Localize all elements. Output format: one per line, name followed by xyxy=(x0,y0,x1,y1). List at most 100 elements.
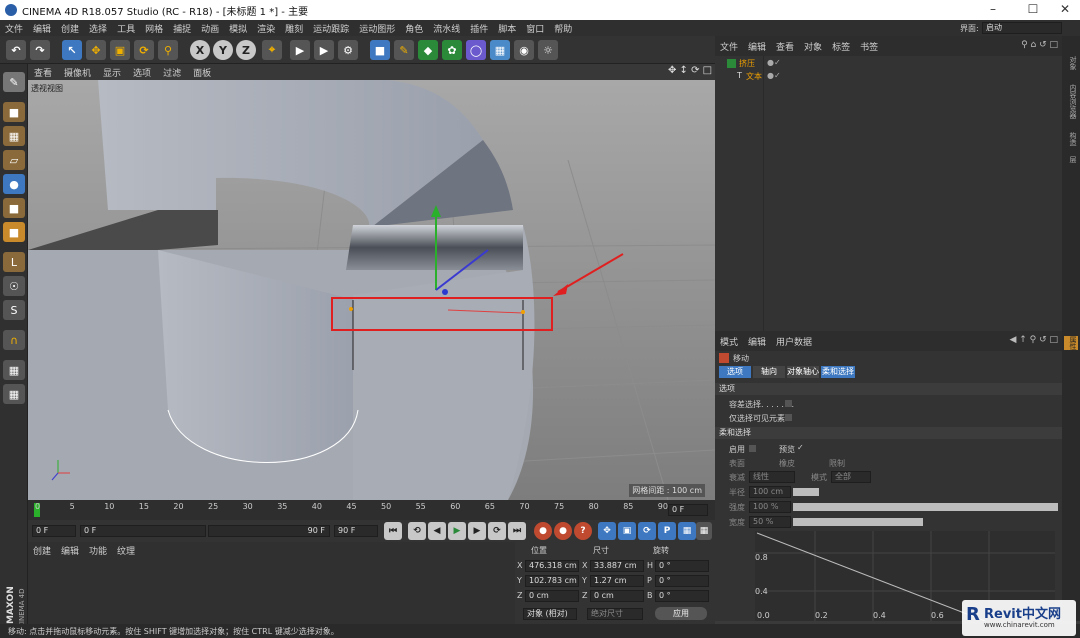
tweak-icon[interactable]: ☉ xyxy=(3,276,25,296)
menu-item[interactable]: 窗口 xyxy=(521,22,549,35)
coord-mode-select[interactable]: 对象 (相对) xyxy=(523,608,577,620)
preview-checkbox[interactable]: ✓ xyxy=(797,443,804,452)
start-frame-field[interactable]: 0 F xyxy=(32,525,76,537)
material-menu-item[interactable]: 创建 xyxy=(28,544,56,557)
timeline-window-icon[interactable]: ▦ xyxy=(696,522,712,540)
menu-item[interactable]: 工具 xyxy=(112,22,140,35)
menu-item[interactable]: 动画 xyxy=(196,22,224,35)
redo-icon[interactable]: ↷ xyxy=(30,40,50,60)
floor-icon[interactable]: ▦ xyxy=(490,40,510,60)
render-settings-icon[interactable]: ⚙ xyxy=(338,40,358,60)
model-mode-icon[interactable]: ■ xyxy=(3,102,25,122)
object-row-extrude[interactable]: 挤压 ●✓ xyxy=(721,58,1051,70)
tab-attributes[interactable]: 属性 xyxy=(1064,336,1078,350)
light-icon[interactable]: ☼ xyxy=(538,40,558,60)
go-to-end-icon[interactable]: ⏭ xyxy=(508,522,526,540)
rotate-icon[interactable]: ⟳ xyxy=(134,40,154,60)
menu-item[interactable]: 帮助 xyxy=(549,22,577,35)
visibility-icon[interactable]: ●✓ xyxy=(767,71,781,80)
axis-mode-icon[interactable]: L xyxy=(3,252,25,272)
camera-icon[interactable]: ◉ xyxy=(514,40,534,60)
prev-frame-icon[interactable]: ◀ xyxy=(428,522,446,540)
preserve-groups-checkbox[interactable] xyxy=(785,400,792,407)
key-position-icon[interactable]: ✥ xyxy=(598,522,616,540)
texture-mode-icon[interactable]: ▦ xyxy=(3,126,25,146)
menu-item[interactable]: 模拟 xyxy=(224,22,252,35)
axis-y-button[interactable]: Y xyxy=(213,40,233,60)
attribute-menu-item[interactable]: 编辑 xyxy=(743,335,771,348)
axis-x-button[interactable]: X xyxy=(190,40,210,60)
record-icon[interactable]: ● xyxy=(534,522,552,540)
attribute-nav-icons[interactable]: ◀ ↑ ⚲ ↺ □ xyxy=(1009,335,1058,345)
magnet-icon[interactable]: ∩ xyxy=(3,330,25,350)
menu-item[interactable]: 角色 xyxy=(400,22,428,35)
workplane-grid-icon[interactable]: ▦ xyxy=(3,360,25,380)
size-field[interactable]: 1.27 cm xyxy=(590,575,644,587)
strength-slider[interactable] xyxy=(793,503,1058,511)
menu-item[interactable]: 选择 xyxy=(84,22,112,35)
prev-key-icon[interactable]: ⟲ xyxy=(408,522,426,540)
key-parameter-icon[interactable]: P xyxy=(658,522,676,540)
workplane-icon[interactable]: ▱ xyxy=(3,150,25,170)
points-mode-icon[interactable]: ● xyxy=(3,174,25,194)
viewport-nav-icons[interactable]: ✥ ↕ ⟳ □ xyxy=(668,65,712,76)
menu-item[interactable]: 网格 xyxy=(140,22,168,35)
menu-item[interactable]: 运动跟踪 xyxy=(308,22,354,35)
select-icon[interactable]: ↖ xyxy=(62,40,82,60)
object-menu-item[interactable]: 对象 xyxy=(799,40,827,53)
key-scale-icon[interactable]: ▣ xyxy=(618,522,636,540)
object-menu-item[interactable]: 查看 xyxy=(771,40,799,53)
move-icon[interactable]: ✥ xyxy=(86,40,106,60)
enable-checkbox[interactable] xyxy=(749,445,756,452)
attribute-menu-item[interactable]: 模式 xyxy=(715,335,743,348)
object-menu-item[interactable]: 标签 xyxy=(827,40,855,53)
menu-item[interactable]: 雕刻 xyxy=(280,22,308,35)
snap-icon[interactable]: S xyxy=(3,300,25,320)
deformer-icon[interactable]: ◯ xyxy=(466,40,486,60)
layout-select[interactable]: 启动 xyxy=(982,22,1062,34)
menu-item[interactable]: 脚本 xyxy=(493,22,521,35)
viewport-menu-item[interactable]: 显示 xyxy=(97,66,127,79)
make-editable-icon[interactable]: ✎ xyxy=(3,72,25,92)
attribute-menu-item[interactable]: 用户数据 xyxy=(771,335,817,348)
play-icon[interactable]: ▶ xyxy=(448,522,466,540)
tab-layers[interactable]: 层 xyxy=(1064,156,1078,163)
position-field[interactable]: 0 cm xyxy=(525,590,579,602)
key-pla-icon[interactable]: ▦ xyxy=(678,522,696,540)
tab-axis[interactable]: 轴向 xyxy=(753,366,785,378)
timeline-ruler[interactable]: 0 F 0 5 10 15 20 25 30 35 40 45 50 55 60 65 70 75 80 85 90 xyxy=(28,500,715,520)
menu-item[interactable]: 创建 xyxy=(56,22,84,35)
size-field[interactable]: 0 cm xyxy=(590,590,644,602)
object-row-text[interactable]: T 文本 ●✓ xyxy=(721,71,1051,83)
coordinate-system-icon[interactable]: ⌖ xyxy=(262,40,282,60)
apply-button[interactable]: 应用 xyxy=(655,607,707,620)
pen-icon[interactable]: ✎ xyxy=(394,40,414,60)
material-menu-item[interactable]: 编辑 xyxy=(56,544,84,557)
width-slider[interactable] xyxy=(793,518,923,526)
shape-select[interactable]: 全部 xyxy=(831,471,871,483)
mode-select[interactable]: 线性 xyxy=(749,471,795,483)
tab-soft-selection[interactable]: 柔和选择 xyxy=(821,366,855,378)
menu-item[interactable]: 文件 xyxy=(0,22,28,35)
viewport-menu-item[interactable]: 摄像机 xyxy=(58,66,97,79)
tab-structure[interactable]: 构造 xyxy=(1064,132,1078,146)
autokey-icon[interactable]: ● xyxy=(554,522,572,540)
menu-item[interactable]: 运动图形 xyxy=(354,22,400,35)
visibility-icon[interactable]: ●✓ xyxy=(767,58,781,67)
current-frame-field[interactable]: 0 F xyxy=(668,504,708,516)
rotation-field[interactable]: 0 ° xyxy=(655,590,709,602)
subdivision-icon[interactable]: ◆ xyxy=(418,40,438,60)
scrub-start-field[interactable]: 0 F xyxy=(80,525,206,537)
axis-z-button[interactable]: Z xyxy=(236,40,256,60)
maximize-icon[interactable]: ☐ xyxy=(1018,2,1048,16)
viewport-menu-item[interactable]: 过滤 xyxy=(157,66,187,79)
material-menu-item[interactable]: 纹理 xyxy=(112,544,140,557)
menu-item[interactable]: 捕捉 xyxy=(168,22,196,35)
viewport-menu-item[interactable]: 选项 xyxy=(127,66,157,79)
polygons-mode-icon[interactable]: ■ xyxy=(3,222,25,242)
object-menu-item[interactable]: 文件 xyxy=(715,40,743,53)
strength-field[interactable]: 100 % xyxy=(749,501,791,513)
only-visible-checkbox[interactable] xyxy=(785,414,792,421)
radius-field[interactable]: 100 cm xyxy=(749,486,791,498)
menu-item[interactable]: 流水线 xyxy=(428,22,465,35)
